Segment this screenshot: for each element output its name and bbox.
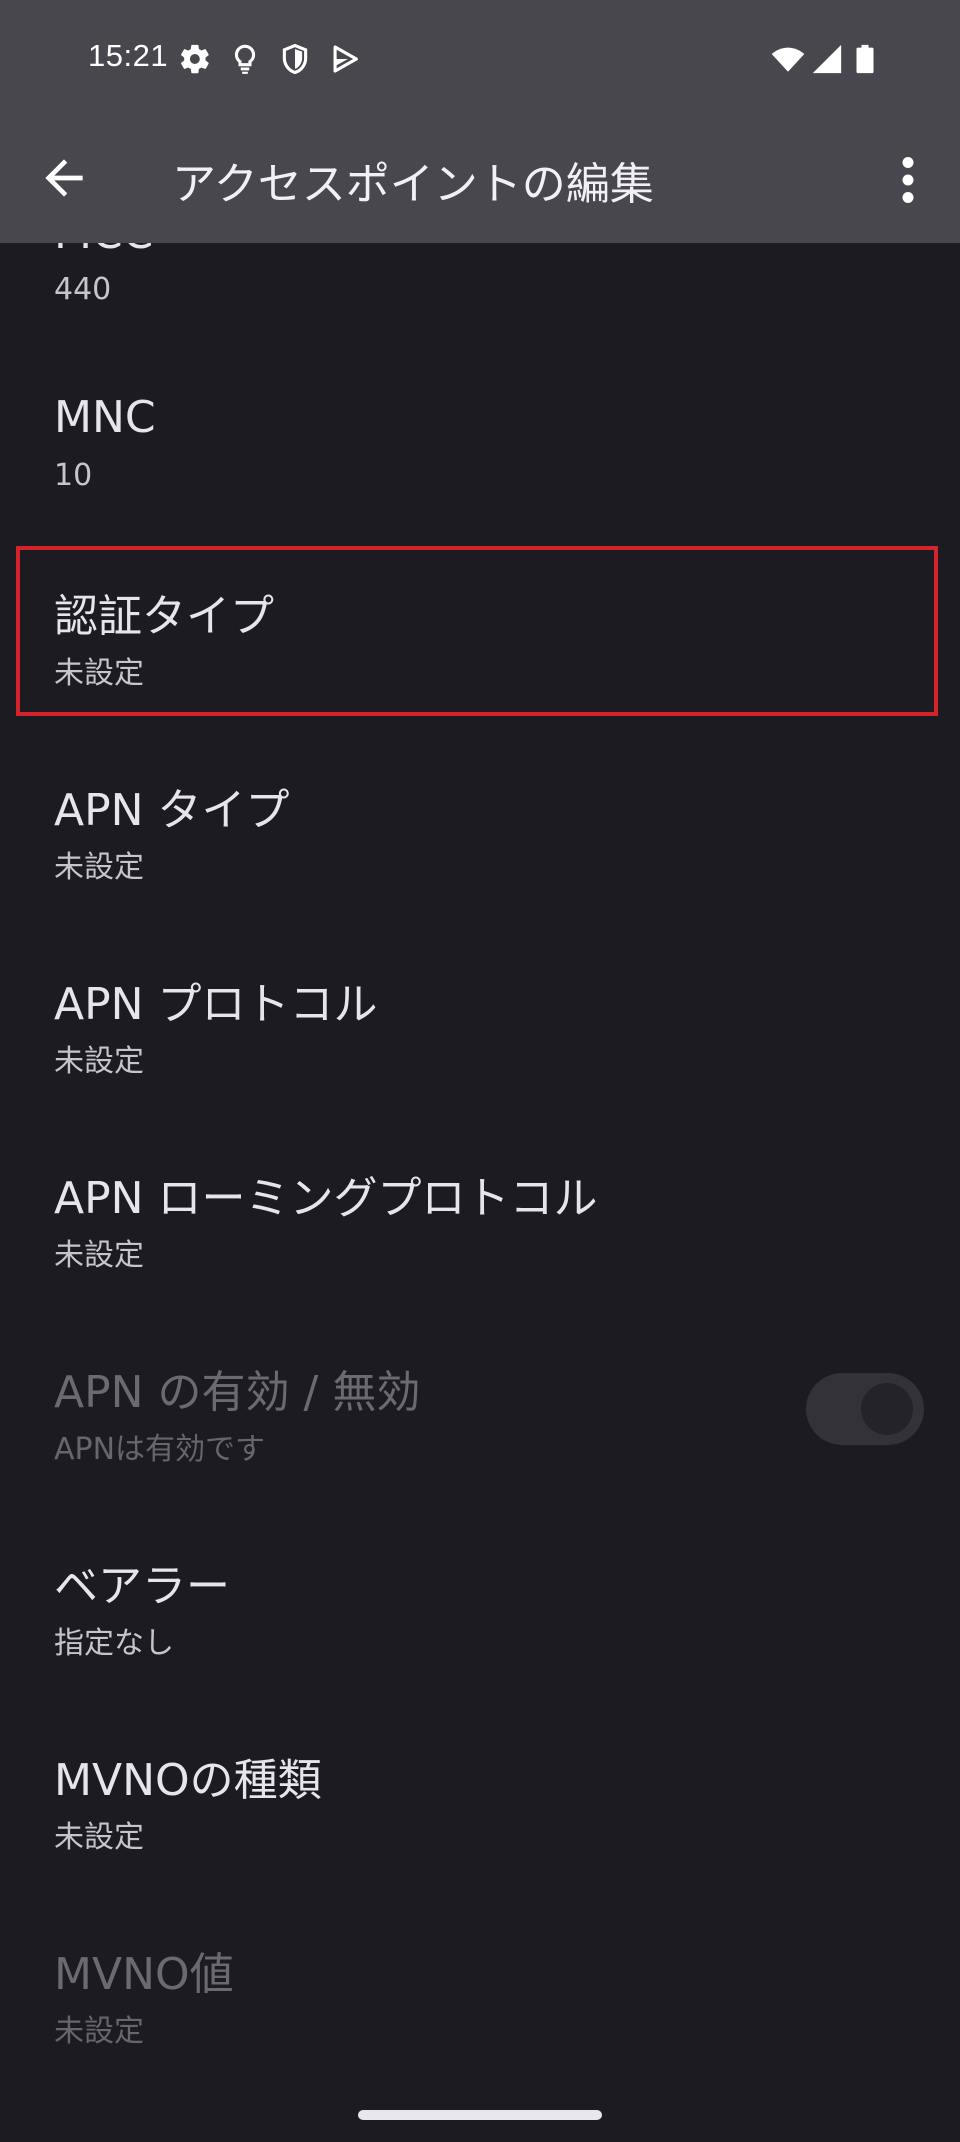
app-bar: アクセスポイントの編集 <box>0 118 960 243</box>
item-summary: 未設定 <box>54 1820 144 1855</box>
signal-icon <box>812 44 842 74</box>
item-title: 認証タイプ <box>54 591 274 642</box>
list-item-apn-type[interactable]: APN タイプ 未設定 <box>0 760 960 910</box>
item-title: MVNOの種類 <box>54 1755 322 1806</box>
play-store-icon <box>333 45 358 73</box>
item-summary: 未設定 <box>54 2014 144 2049</box>
item-title: MVNO値 <box>54 1949 234 2000</box>
item-title: MNC <box>54 392 156 443</box>
item-summary: 未設定 <box>54 656 144 691</box>
bulb-icon <box>234 44 256 74</box>
apn-enable-switch <box>806 1373 924 1445</box>
list-item-mvno-value: MVNO値 未設定 <box>0 1924 960 2074</box>
item-title: APN ローミングプロトコル <box>54 1173 598 1224</box>
item-title: APN の有効 / 無効 <box>54 1367 421 1418</box>
list-item-mvno-type[interactable]: MVNOの種類 未設定 <box>0 1730 960 1880</box>
item-summary: 10 <box>54 458 93 493</box>
item-title: ベアラー <box>54 1561 230 1612</box>
list-item-bearer[interactable]: ベアラー 指定なし <box>0 1536 960 1686</box>
more-vert-icon[interactable] <box>886 150 930 210</box>
list-item-auth-type[interactable]: 認証タイプ 未設定 <box>0 566 960 716</box>
gesture-nav-handle[interactable] <box>358 2110 602 2120</box>
item-summary: 440 <box>54 272 112 307</box>
page-title: アクセスポイントの編集 <box>172 159 654 210</box>
shield-icon <box>282 43 308 75</box>
list-item-apn-roaming-protocol[interactable]: APN ローミングプロトコル 未設定 <box>0 1148 960 1298</box>
item-summary: APNは有効です <box>54 1432 266 1467</box>
battery-icon <box>856 44 874 74</box>
gear-icon <box>181 44 209 74</box>
arrow-back-icon[interactable] <box>36 150 92 206</box>
list-item-mnc[interactable]: MNC 10 <box>0 378 960 528</box>
item-summary: 未設定 <box>54 1044 144 1079</box>
item-summary: 未設定 <box>54 850 144 885</box>
top-bar: 15:21 アクセスポイントの編集 <box>0 0 960 243</box>
screen: MCC 440 MNC 10 認証タイプ 未設定 APN タイプ 未設定 APN… <box>0 0 960 2142</box>
wifi-icon <box>771 47 805 72</box>
item-title: APN プロトコル <box>54 979 378 1030</box>
item-title: APN タイプ <box>54 785 290 836</box>
status-time: 15:21 <box>88 38 169 73</box>
apn-settings-list: MCC 440 MNC 10 認証タイプ 未設定 APN タイプ 未設定 APN… <box>0 0 960 2142</box>
status-bar: 15:21 <box>0 0 960 118</box>
item-summary: 指定なし <box>54 1626 174 1661</box>
list-item-apn-protocol[interactable]: APN プロトコル 未設定 <box>0 954 960 1104</box>
item-summary: 未設定 <box>54 1238 144 1273</box>
switch-thumb <box>861 1383 913 1435</box>
